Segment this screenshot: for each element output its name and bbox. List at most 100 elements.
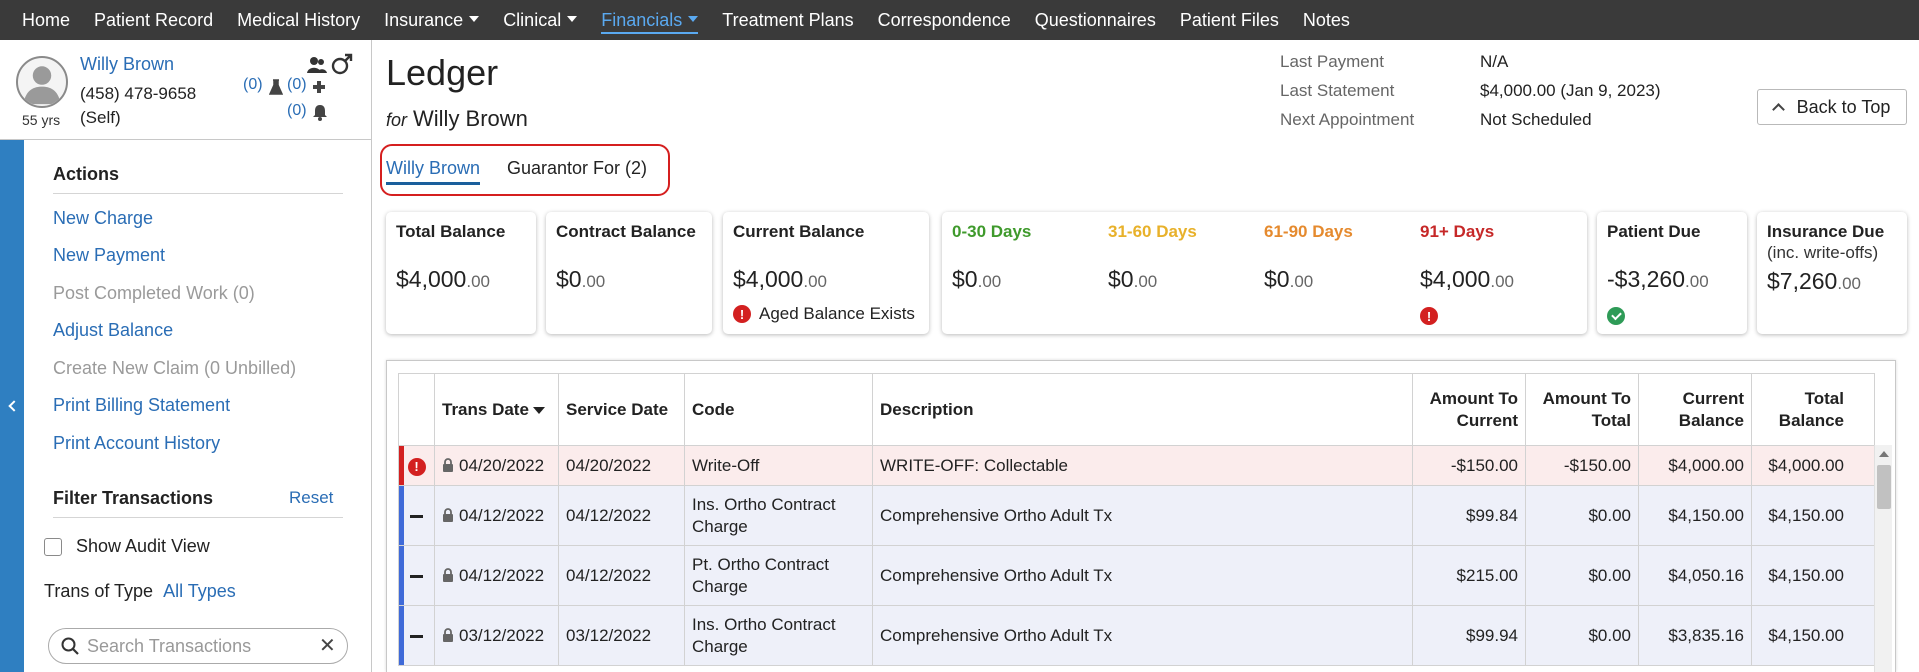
tab-patient[interactable]: Willy Brown xyxy=(386,158,481,185)
nav-patient-files[interactable]: Patient Files xyxy=(1180,0,1279,40)
trans-date-header[interactable]: Trans Date xyxy=(434,373,559,446)
aging-91-plus-label: 91+ Days xyxy=(1420,222,1495,241)
nav-patient-record[interactable]: Patient Record xyxy=(94,0,213,40)
nav-financials[interactable]: Financials xyxy=(601,0,699,40)
table-row[interactable]: 04/12/2022 04/12/2022 Ins. Ortho Contrac… xyxy=(398,485,1875,546)
table-row[interactable]: ! 04/20/2022 04/20/2022 Write-Off WRITE-… xyxy=(398,445,1875,486)
last-payment-label: Last Payment xyxy=(1280,52,1384,71)
trans-date-cell: 03/12/2022 xyxy=(434,605,559,666)
code-header[interactable]: Code xyxy=(684,373,873,446)
aging-91-plus-value: $4,000.00 xyxy=(1420,266,1514,293)
amount-to-total-header[interactable]: Amount To Total xyxy=(1525,373,1639,446)
description-cell: WRITE-OFF: Collectable xyxy=(872,445,1413,486)
code-cell: Ins. Ortho Contract Charge xyxy=(684,605,873,666)
clear-search-icon[interactable]: ✕ xyxy=(319,636,336,656)
total-balance-header[interactable]: Total Balance xyxy=(1751,373,1875,446)
trans-type-select[interactable]: All Types xyxy=(163,581,236,601)
table-row[interactable]: 03/12/2022 03/12/2022 Ins. Ortho Contrac… xyxy=(398,605,1875,666)
patient-due-card: Patient Due -$3,260.00 xyxy=(1597,212,1747,334)
contract-balance-dollars: $0 xyxy=(556,266,582,292)
current-balance-header[interactable]: Current Balance xyxy=(1638,373,1752,446)
trans-date-cell: 04/20/2022 xyxy=(434,445,559,486)
aging-61-90-cents: .00 xyxy=(1289,272,1314,291)
patient-due-label: Patient Due xyxy=(1607,222,1701,241)
back-to-top-button[interactable]: Back to Top xyxy=(1757,89,1907,125)
insurance-due-value: $7,260.00 xyxy=(1767,268,1861,295)
current-balance-cell: $3,835.16 xyxy=(1638,605,1752,666)
nav-insurance[interactable]: Insurance xyxy=(384,0,480,40)
total-balance-cents: .00 xyxy=(466,272,490,291)
service-date-cell: 04/20/2022 xyxy=(558,445,685,486)
current-balance-card: Current Balance $4,000.00 ! Aged Balance … xyxy=(723,212,929,334)
aging-0-30: 0-30 Days $0.00 xyxy=(942,212,1092,334)
dash-icon xyxy=(410,634,423,638)
reset-filter-link[interactable]: Reset xyxy=(289,488,333,508)
total-balance-card: Total Balance $4,000.00 xyxy=(386,212,536,334)
account-summary: Last Payment N/A Last Statement $4,000.00 … xyxy=(1280,52,1661,139)
sort-desc-icon[interactable] xyxy=(533,406,545,414)
print-account-history-link[interactable]: Print Account History xyxy=(53,433,220,454)
chevron-left-icon xyxy=(7,400,20,412)
tab-guarantor-for[interactable]: Guarantor For (2) xyxy=(507,158,647,179)
sidebar: Actions New Charge New Payment Post Comp… xyxy=(24,140,372,672)
indicator-header xyxy=(398,373,435,446)
nav-notes[interactable]: Notes xyxy=(1303,0,1350,40)
amount-to-current-header[interactable]: Amount To Current xyxy=(1412,373,1526,446)
patient-age: 55 yrs xyxy=(22,112,61,128)
contract-balance-value: $0.00 xyxy=(556,266,605,293)
audit-view-checkbox[interactable] xyxy=(44,537,62,556)
current-balance-dollars: $4,000 xyxy=(733,266,804,292)
patient-due-value: -$3,260.00 xyxy=(1607,266,1709,293)
alert-icon: ! xyxy=(733,305,751,323)
trans-date-value: 04/20/2022 xyxy=(459,455,545,475)
scroll-up-arrow-icon[interactable] xyxy=(1879,451,1889,457)
service-date-header[interactable]: Service Date xyxy=(558,373,685,446)
description-cell: Comprehensive Ortho Adult Tx xyxy=(872,485,1413,546)
print-billing-statement-link[interactable]: Print Billing Statement xyxy=(53,395,230,416)
row-indicator xyxy=(398,605,435,666)
nav-financials-label: Financials xyxy=(601,10,683,30)
new-payment-link[interactable]: New Payment xyxy=(53,245,165,266)
medical-alert-count[interactable]: (0) xyxy=(287,76,307,94)
code-cell: Write-Off xyxy=(684,445,873,486)
code-cell: Ins. Ortho Contract Charge xyxy=(684,485,873,546)
current-balance-value: $4,000.00 xyxy=(733,266,827,293)
nav-treatment-plans[interactable]: Treatment Plans xyxy=(722,0,853,40)
actions-heading: Actions xyxy=(53,164,343,194)
patient-name-link[interactable]: Willy Brown xyxy=(80,54,174,75)
search-input[interactable] xyxy=(87,635,319,657)
lock-icon xyxy=(443,627,453,642)
sidebar-collapse-button[interactable] xyxy=(0,140,24,672)
table-row[interactable]: 04/12/2022 04/12/2022 Pt. Ortho Contract… xyxy=(398,545,1875,606)
patient-due-dollars: -$3,260 xyxy=(1607,266,1686,292)
page-title: Ledger xyxy=(386,52,499,93)
nav-home[interactable]: Home xyxy=(22,0,70,40)
top-nav: Home Patient Record Medical History Insu… xyxy=(0,0,1919,40)
family-members-icon[interactable] xyxy=(307,56,327,74)
lab-count[interactable]: (0) xyxy=(243,76,263,94)
table-scrollbar[interactable] xyxy=(1874,445,1892,672)
nav-correspondence[interactable]: Correspondence xyxy=(878,0,1011,40)
insurance-due-sublabel: (inc. write-offs) xyxy=(1767,243,1879,262)
current-balance-label: Current Balance xyxy=(733,222,865,241)
trans-type-label: Trans of Type xyxy=(44,581,154,601)
trans-date-value: 04/12/2022 xyxy=(459,505,545,525)
nav-questionnaires[interactable]: Questionnaires xyxy=(1035,0,1156,40)
person-silhouette-icon xyxy=(23,66,61,105)
adjust-balance-link[interactable]: Adjust Balance xyxy=(53,320,173,341)
aging-31-60-label: 31-60 Days xyxy=(1108,222,1197,241)
table-header-row: Trans Date Service Date Code Description… xyxy=(398,373,1875,446)
scrollbar-thumb[interactable] xyxy=(1877,465,1891,509)
description-header[interactable]: Description xyxy=(872,373,1413,446)
amount-to-current-cell: $215.00 xyxy=(1412,545,1526,606)
new-charge-link[interactable]: New Charge xyxy=(53,208,153,229)
bell-icon xyxy=(313,105,327,121)
total-balance-label: Total Balance xyxy=(396,222,506,241)
transactions-table: Trans Date Service Date Code Description… xyxy=(398,373,1875,666)
avatar[interactable] xyxy=(16,56,68,108)
dash-icon xyxy=(410,574,423,578)
notification-count[interactable]: (0) xyxy=(287,102,307,120)
nav-medical-history[interactable]: Medical History xyxy=(237,0,360,40)
nav-clinical[interactable]: Clinical xyxy=(503,0,578,40)
insurance-due-cents: .00 xyxy=(1837,274,1861,293)
